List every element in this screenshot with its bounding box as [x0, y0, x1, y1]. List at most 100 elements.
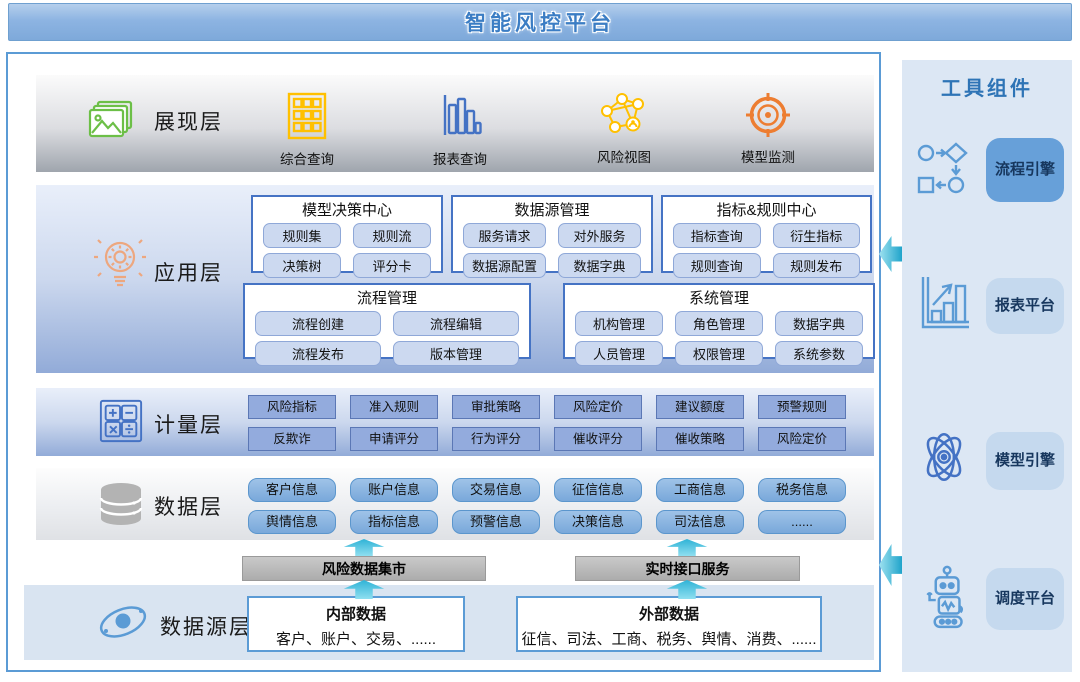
- data-item: 征信信息: [554, 478, 642, 502]
- measure-item: 风险定价: [554, 395, 642, 419]
- calculator-icon: [98, 398, 144, 449]
- presentation-item: 报表查询: [405, 91, 515, 168]
- group-title: 系统管理: [565, 285, 873, 308]
- presentation-item: 模型监测: [713, 91, 823, 166]
- atom-icon: [914, 428, 974, 491]
- left-arrow: [879, 236, 904, 272]
- up-arrow: [664, 539, 710, 556]
- data-item: 指标信息: [350, 510, 438, 534]
- app-pill: 评分卡: [353, 253, 431, 278]
- app-pill: 规则集: [263, 223, 341, 248]
- presentation-item: 综合查询: [252, 91, 362, 168]
- group-title: 数据源管理: [453, 197, 651, 220]
- data-item: 税务信息: [758, 478, 846, 502]
- measure-item: 风险指标: [248, 395, 336, 419]
- data-item: 决策信息: [554, 510, 642, 534]
- app-pill: 规则查询: [673, 253, 761, 278]
- internal-data-title: 内部数据: [249, 603, 463, 624]
- tool-item-model-engine: 模型引擎: [986, 432, 1064, 490]
- internal-data-box: 内部数据 客户、账户、交易、......: [247, 596, 465, 652]
- presentation-item-label: 风险视图: [569, 146, 679, 166]
- app-pill: 服务请求: [463, 223, 546, 248]
- app-pill: 角色管理: [675, 311, 763, 336]
- presentation-item-label: 综合查询: [252, 148, 362, 168]
- data-item: 司法信息: [656, 510, 744, 534]
- main-panel: 展现层 综合查询: [6, 52, 881, 672]
- app-pill: 决策树: [263, 253, 341, 278]
- tool-item-scheduler-platform: 调度平台: [986, 568, 1064, 630]
- app-pill: 衍生指标: [773, 223, 861, 248]
- flowchart-icon: [914, 140, 974, 207]
- up-arrow: [341, 539, 387, 556]
- layer-measurement: 计量层 风险指标 准入规则 审批策略 风险定价 建议额度 预警规则 反欺诈 申请…: [36, 388, 874, 456]
- layer-label-presentation: 展现层: [154, 106, 223, 136]
- database-icon: [96, 481, 146, 532]
- group-title: 指标&规则中心: [663, 197, 870, 220]
- data-item: 工商信息: [656, 478, 744, 502]
- app-pill: 版本管理: [393, 341, 519, 366]
- group-title: 模型决策中心: [253, 197, 441, 220]
- presentation-item-label: 模型监测: [713, 146, 823, 166]
- measure-item: 催收策略: [656, 427, 744, 451]
- realtime-api-bar: 实时接口服务: [575, 556, 800, 581]
- measure-item: 申请评分: [350, 427, 438, 451]
- tool-item-process-engine: 流程引擎: [986, 138, 1064, 202]
- data-item: 舆情信息: [248, 510, 336, 534]
- robot-icon: [914, 565, 974, 636]
- app-pill: 权限管理: [675, 341, 763, 366]
- app-pill: 规则流: [353, 223, 431, 248]
- app-pill: 流程编辑: [393, 311, 519, 336]
- layer-label-data: 数据层: [154, 491, 223, 521]
- group-process-management: 流程管理 流程创建 流程编辑 流程发布 版本管理: [243, 283, 531, 359]
- app-pill: 数据字典: [775, 311, 863, 336]
- left-arrow: [879, 544, 904, 586]
- group-datasource-management: 数据源管理 服务请求 对外服务 数据源配置 数据字典: [451, 195, 653, 273]
- measure-item: 风险定价: [758, 427, 846, 451]
- external-data-desc: 征信、司法、工商、税务、舆情、消费、......: [518, 628, 820, 649]
- layer-label-measurement: 计量层: [154, 409, 223, 439]
- app-pill: 对外服务: [558, 223, 641, 248]
- app-pill: 数据源配置: [463, 253, 546, 278]
- presentation-item-label: 报表查询: [405, 148, 515, 168]
- external-data-box: 外部数据 征信、司法、工商、税务、舆情、消费、......: [516, 596, 822, 652]
- app-pill: 流程创建: [255, 311, 381, 336]
- external-data-title: 外部数据: [518, 603, 820, 624]
- grid-icon: [284, 128, 330, 145]
- layer-data: 数据层 客户信息 账户信息 交易信息 征信信息 工商信息 税务信息 舆情信息 指…: [36, 468, 874, 540]
- measure-item: 建议额度: [656, 395, 744, 419]
- risk-data-mart-bar: 风险数据集市: [242, 556, 486, 581]
- app-pill: 机构管理: [575, 311, 663, 336]
- galaxy-icon: [96, 597, 150, 652]
- group-system-management: 系统管理 机构管理 角色管理 数据字典 人员管理 权限管理 系统参数: [563, 283, 875, 359]
- app-pill: 人员管理: [575, 341, 663, 366]
- layer-label-application: 应用层: [154, 257, 223, 287]
- data-item: 账户信息: [350, 478, 438, 502]
- internal-data-desc: 客户、账户、交易、......: [249, 628, 463, 649]
- platform-header: 智能风控平台: [8, 3, 1072, 41]
- tools-panel-title: 工具组件: [902, 72, 1072, 101]
- group-model-decision-center: 模型决策中心 规则集 规则流 决策树 评分卡: [251, 195, 443, 273]
- data-item: ......: [758, 510, 846, 534]
- data-item: 预警信息: [452, 510, 540, 534]
- group-title: 流程管理: [245, 285, 529, 308]
- layer-datasource: 数据源层 内部数据 客户、账户、交易、...... 外部数据 征信、司法、工商、…: [24, 585, 874, 660]
- layer-label-datasource: 数据源层: [160, 611, 252, 641]
- tool-item-report-platform: 报表平台: [986, 278, 1064, 334]
- app-pill: 系统参数: [775, 341, 863, 366]
- risk-platform-diagram: 智能风控平台 展现层: [0, 0, 1080, 682]
- bulb-gear-icon: [92, 233, 148, 300]
- app-pill: 流程发布: [255, 341, 381, 366]
- report-chart-icon: [914, 272, 974, 339]
- app-pill: 数据字典: [558, 253, 641, 278]
- measure-item: 催收评分: [554, 427, 642, 451]
- measure-item: 预警规则: [758, 395, 846, 419]
- measure-item: 反欺诈: [248, 427, 336, 451]
- page-title: 智能风控平台: [465, 7, 615, 37]
- tools-panel: 工具组件 流程引擎 报表平台: [902, 60, 1072, 672]
- bar-chart-icon: [437, 128, 483, 145]
- group-indicator-rule-center: 指标&规则中心 指标查询 衍生指标 规则查询 规则发布: [661, 195, 872, 273]
- measure-item: 审批策略: [452, 395, 540, 419]
- presentation-item: 风险视图: [569, 91, 679, 166]
- photos-icon: [86, 97, 136, 152]
- measure-item: 准入规则: [350, 395, 438, 419]
